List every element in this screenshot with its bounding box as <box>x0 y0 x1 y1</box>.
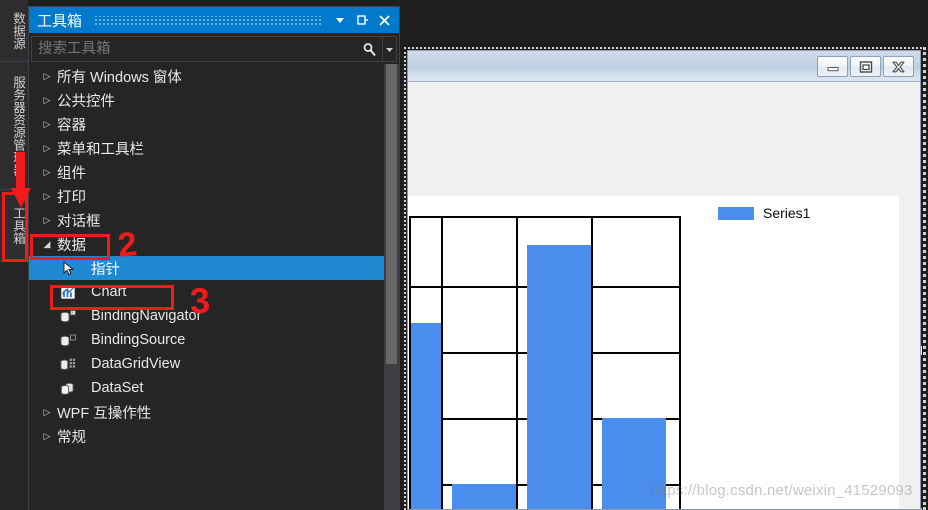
maximize-button[interactable] <box>850 56 881 77</box>
chart-control[interactable]: Series1 <box>408 196 899 509</box>
tree-node-label: Chart <box>91 284 127 300</box>
minimize-button[interactable] <box>817 56 848 77</box>
tree-node-label: WPF 互操作性 <box>57 405 152 422</box>
tree-node-label: BindingNavigator <box>91 308 202 324</box>
bar-series1-1 <box>452 484 516 509</box>
binding-navigator-icon <box>57 308 79 324</box>
toolbox-tree: ▷ 所有 Windows 窗体 ▷ 公共控件 ▷ 容器 ▷ 菜单和工具栏 ▷ 组… <box>29 64 399 510</box>
tree-item-bindingnavigator[interactable]: BindingNavigator <box>29 304 399 328</box>
bar-series1-2 <box>527 245 591 509</box>
tree-item-chart[interactable]: Chart <box>29 280 399 304</box>
bar-series1-3 <box>602 418 666 509</box>
vertical-tab-data-sources[interactable]: 数据源 <box>0 0 28 62</box>
vertical-tab-toolbox[interactable]: 工具箱 <box>0 190 28 262</box>
toolbox-drag-grip[interactable] <box>94 15 323 25</box>
chevron-right-icon: ▷ <box>43 142 51 153</box>
tree-group-data[interactable]: ◢ 数据 <box>29 232 399 256</box>
search-input[interactable] <box>32 40 356 58</box>
chart-legend: Series1 <box>718 205 810 221</box>
chevron-right-icon: ▷ <box>43 166 51 177</box>
windows-form: Series1 <box>407 50 921 510</box>
chevron-right-icon: ▷ <box>43 406 51 417</box>
chevron-right-icon: ▷ <box>43 70 51 81</box>
chart-plot-area <box>409 216 681 509</box>
gridline-vertical <box>441 218 443 509</box>
chevron-down-icon[interactable] <box>382 37 396 61</box>
form-client-area: Series1 <box>408 82 920 509</box>
form-titlebar <box>408 51 920 82</box>
tree-node-label: BindingSource <box>91 332 186 348</box>
toolbox-panel: 工具箱 搜索工具箱 ▷ 所有 Windows 窗体 ▷ 公共控件 ▷ 容器 ▷ … <box>28 6 400 510</box>
tree-item-pointer[interactable]: 指针 <box>29 256 399 280</box>
chevron-right-icon: ▷ <box>43 214 51 225</box>
toolbox-search-box[interactable] <box>31 36 397 62</box>
close-button[interactable] <box>883 56 914 77</box>
tree-node-label: 常规 <box>57 429 86 446</box>
tree-group-printing[interactable]: ▷ 打印 <box>29 184 399 208</box>
tree-node-label: 容器 <box>57 117 86 134</box>
vertical-tab-server-explorer[interactable]: 服务器资源管理器 <box>0 62 28 190</box>
chevron-right-icon: ▷ <box>43 430 51 441</box>
chevron-right-icon: ▷ <box>43 94 51 105</box>
legend-entry-label: Series1 <box>763 205 811 221</box>
tree-group-common-controls[interactable]: ▷ 公共控件 <box>29 88 399 112</box>
tree-group-all-windows-forms[interactable]: ▷ 所有 Windows 窗体 <box>29 64 399 88</box>
chevron-down-icon[interactable] <box>329 9 351 31</box>
tree-group-components[interactable]: ▷ 组件 <box>29 160 399 184</box>
chevron-down-icon: ◢ <box>43 238 51 249</box>
tree-item-dataset[interactable]: DataSet <box>29 376 399 400</box>
screenshot-root: 数据源 服务器资源管理器 工具箱 工具箱 搜索工具箱 ▷ 所有 Windows … <box>0 0 928 510</box>
data-set-icon <box>57 380 79 396</box>
vertical-tab-strip: 数据源 服务器资源管理器 工具箱 <box>0 0 28 510</box>
tree-item-bindingsource[interactable]: BindingSource <box>29 328 399 352</box>
search-icon[interactable] <box>356 42 382 57</box>
tree-node-label: 菜单和工具栏 <box>57 141 144 158</box>
toolbox-scrollbar[interactable] <box>384 64 399 510</box>
tree-node-label: 数据 <box>57 237 86 254</box>
toolbox-title: 工具箱 <box>37 12 83 30</box>
close-icon[interactable] <box>373 9 395 31</box>
tree-item-datagridview[interactable]: DataGridView <box>29 352 399 376</box>
chart-icon <box>57 284 79 300</box>
tree-node-label: DataGridView <box>91 356 181 372</box>
tree-group-dialogs[interactable]: ▷ 对话框 <box>29 208 399 232</box>
gridline-vertical <box>591 218 593 509</box>
tree-group-containers[interactable]: ▷ 容器 <box>29 112 399 136</box>
pin-icon[interactable] <box>351 9 373 31</box>
bar-series1-0 <box>411 323 441 509</box>
tree-node-label: 指针 <box>91 261 120 278</box>
tree-node-label: 对话框 <box>57 213 101 230</box>
chevron-right-icon: ▷ <box>43 118 51 129</box>
tree-group-general[interactable]: ▷ 常规 <box>29 424 399 448</box>
tree-node-label: 所有 Windows 窗体 <box>57 69 182 86</box>
data-grid-view-icon <box>57 356 79 372</box>
toolbox-titlebar: 工具箱 <box>29 7 399 33</box>
pointer-icon <box>57 260 79 276</box>
legend-color-swatch <box>718 206 754 220</box>
tree-node-label: 组件 <box>57 165 86 182</box>
chevron-right-icon: ▷ <box>43 190 51 201</box>
binding-source-icon <box>57 332 79 348</box>
tree-node-label: 公共控件 <box>57 93 115 110</box>
scrollbar-thumb[interactable] <box>386 64 397 364</box>
tree-node-label: 打印 <box>57 189 86 206</box>
tree-group-menus-and-toolbars[interactable]: ▷ 菜单和工具栏 <box>29 136 399 160</box>
gridline-vertical <box>516 218 518 509</box>
tree-group-wpf-interoperability[interactable]: ▷ WPF 互操作性 <box>29 400 399 424</box>
form-window-buttons <box>817 56 914 77</box>
vertical-tab-strip-filler <box>0 262 28 510</box>
tree-node-label: DataSet <box>91 380 144 396</box>
